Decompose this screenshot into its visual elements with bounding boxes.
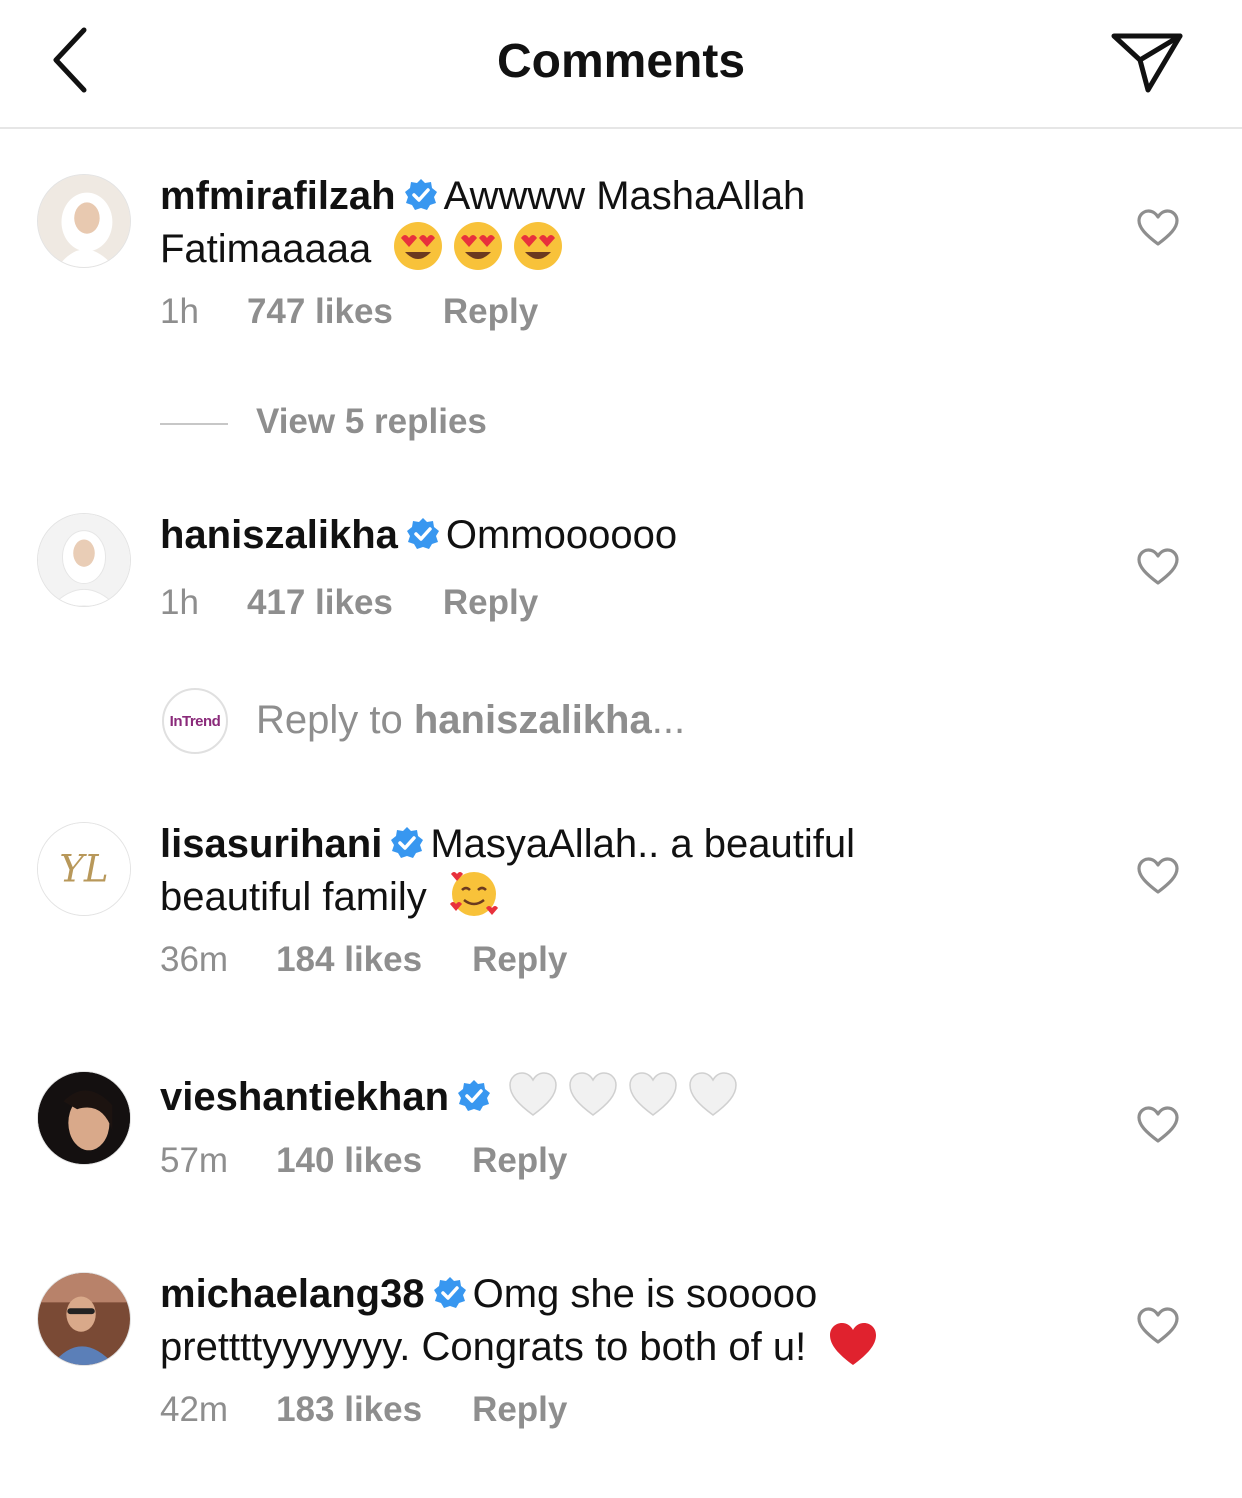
comment-body-line1: MasyaAllah.. a beautiful: [430, 822, 855, 866]
avatar-image: [38, 1072, 130, 1164]
like-button[interactable]: [1136, 1306, 1180, 1346]
comment-text: michaelang38 Omg she is sooooo prettttyyy…: [160, 1270, 1060, 1371]
likes-count[interactable]: 140 likes: [276, 1141, 422, 1181]
reply-composer: InTrend Reply to haniszalikha...: [160, 688, 860, 756]
comment-username[interactable]: haniszalikha: [160, 513, 398, 557]
avatar-image: [38, 1273, 130, 1365]
like-button[interactable]: [1136, 856, 1180, 896]
white-heart-emoji-icon: [627, 1068, 679, 1120]
heart-eyes-emoji-icon: [392, 220, 444, 272]
comment-timestamp: 42m: [160, 1390, 229, 1429]
current-user-avatar: InTrend: [162, 688, 228, 754]
page-title: Comments: [496, 35, 746, 88]
avatar[interactable]: [37, 513, 131, 607]
red-heart-emoji-icon: [827, 1318, 879, 1370]
likes-count[interactable]: 183 likes: [276, 1390, 422, 1430]
reply-input[interactable]: Reply to haniszalikha...: [256, 698, 685, 743]
likes-count[interactable]: 184 likes: [276, 940, 422, 980]
verified-badge-icon: [406, 517, 440, 551]
white-heart-emoji-icon: [567, 1068, 619, 1120]
comment-body-line2: beautiful family: [160, 875, 427, 919]
comment-meta: 36m 184 likes Reply: [160, 940, 567, 980]
reply-button[interactable]: Reply: [443, 292, 538, 332]
verified-badge-icon: [390, 826, 424, 860]
heart-outline-icon: [1137, 548, 1179, 585]
comment-timestamp: 1h: [160, 583, 199, 622]
replies-divider-line: [160, 423, 228, 425]
avatar-image: [38, 175, 130, 267]
heart-eyes-emoji-icon: [512, 220, 564, 272]
reply-target-username: haniszalikha: [413, 698, 652, 742]
heart-outline-icon: [1137, 1106, 1179, 1143]
avatar[interactable]: [37, 1071, 131, 1165]
heart-outline-icon: [1137, 209, 1179, 246]
like-button[interactable]: [1136, 1105, 1180, 1145]
direct-message-button[interactable]: [1108, 26, 1188, 98]
comment-body-line1: Awwww MashaAllah: [443, 174, 806, 218]
verified-badge-icon: [457, 1079, 491, 1113]
comment-username[interactable]: michaelang38: [160, 1272, 425, 1316]
reply-button[interactable]: Reply: [472, 940, 567, 980]
avatar[interactable]: YL: [37, 822, 131, 916]
svg-text:YL: YL: [59, 847, 108, 891]
comment-text: lisasurihani MasyaAllah.. a beautiful bea…: [160, 820, 1060, 921]
comment-body-line2: prettttyyyyyyy. Congrats to both of u!: [160, 1325, 807, 1369]
comment-username[interactable]: vieshantiekhan: [160, 1075, 449, 1119]
comment-body-line1: Omg she is sooooo: [472, 1272, 818, 1316]
paper-plane-icon: [1111, 33, 1183, 93]
comment-username[interactable]: lisasurihani: [160, 822, 382, 866]
avatar-image: YL: [38, 823, 130, 915]
comment-meta: 57m 140 likes Reply: [160, 1141, 567, 1181]
reply-button[interactable]: Reply: [443, 583, 538, 623]
likes-count[interactable]: 747 likes: [247, 292, 393, 332]
verified-badge-icon: [433, 1276, 467, 1310]
avatar-logo-text: InTrend: [169, 712, 221, 730]
reply-suffix: ...: [651, 698, 686, 742]
comment-body-line2: Fatimaaaaa: [160, 227, 372, 271]
comment-timestamp: 36m: [160, 940, 229, 979]
verified-badge-icon: [404, 178, 438, 212]
comment-body-line1: Ommoooooo: [445, 513, 678, 557]
comment-timestamp: 1h: [160, 292, 199, 331]
comment-text: vieshantiekhan: [160, 1068, 1060, 1121]
comment-username[interactable]: mfmirafilzah: [160, 174, 396, 218]
avatar[interactable]: [37, 1272, 131, 1366]
comment-timestamp: 57m: [160, 1141, 229, 1180]
comment-meta: 1h 747 likes Reply: [160, 292, 538, 332]
avatar[interactable]: [37, 174, 131, 268]
heart-outline-icon: [1137, 857, 1179, 894]
like-button[interactable]: [1136, 547, 1180, 587]
reply-button[interactable]: Reply: [472, 1141, 567, 1181]
like-button[interactable]: [1136, 208, 1180, 248]
reply-button[interactable]: Reply: [472, 1390, 567, 1430]
white-heart-emoji-icon: [687, 1068, 739, 1120]
view-replies-label: View 5 replies: [256, 402, 487, 441]
header-bar: Comments: [0, 0, 1242, 129]
smiling-face-with-hearts-emoji-icon: [448, 868, 500, 920]
likes-count[interactable]: 417 likes: [247, 583, 393, 623]
white-heart-emoji-icon: [507, 1068, 559, 1120]
heart-eyes-emoji-icon: [452, 220, 504, 272]
heart-outline-icon: [1137, 1307, 1179, 1344]
avatar-image: [38, 514, 130, 606]
comment-text: haniszalikha Ommoooooo: [160, 511, 1060, 559]
reply-prefix: Reply to: [256, 698, 414, 742]
comment-text: mfmirafilzah Awwww MashaAllah Fatimaaaaa: [160, 172, 1060, 273]
comment-meta: 42m 183 likes Reply: [160, 1390, 567, 1430]
comment-meta: 1h 417 likes Reply: [160, 583, 538, 623]
